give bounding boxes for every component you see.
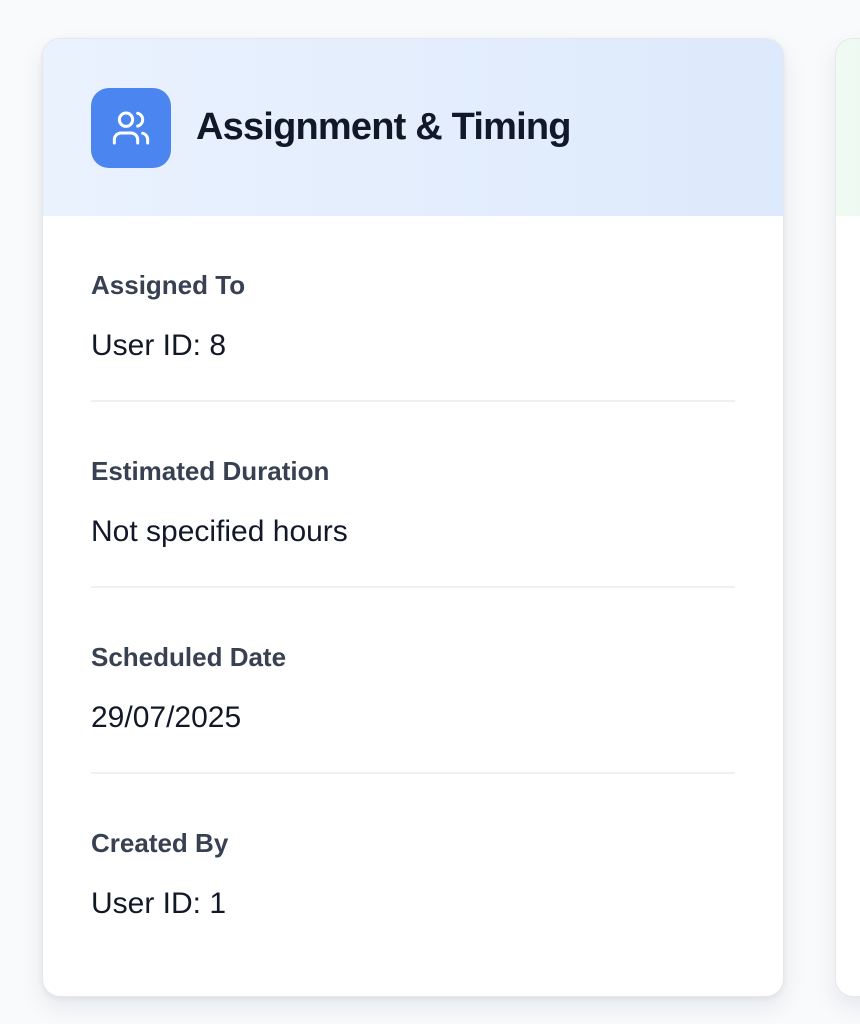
users-icon [91,87,171,168]
field-label: Assigned To [91,270,246,300]
field-value: User ID: 8 [91,329,227,362]
adjacent-card [835,38,860,997]
field-value: User ID: 1 [91,887,227,920]
card-title: Assignment & Timing [196,106,572,148]
field-label: Estimated Duration [91,456,330,486]
card-body: Assigned To User ID: 8 Estimated Duratio… [43,216,783,960]
assignment-timing-card: Assignment & Timing Assigned To User ID:… [42,38,784,997]
field-assigned-to: Assigned To User ID: 8 [91,216,735,402]
field-value: Not specified hours [91,515,348,548]
card-header: Assignment & Timing [43,39,783,216]
field-label: Created By [91,828,229,858]
field-scheduled-date: Scheduled Date 29/07/2025 [91,588,735,774]
adjacent-card-header [836,39,860,216]
field-label: Scheduled Date [91,642,287,672]
field-estimated-duration: Estimated Duration Not specified hours [91,402,735,588]
page: Assignment & Timing Assigned To User ID:… [0,0,860,1024]
field-created-by: Created By User ID: 1 [91,774,735,960]
field-value: 29/07/2025 [91,701,242,734]
